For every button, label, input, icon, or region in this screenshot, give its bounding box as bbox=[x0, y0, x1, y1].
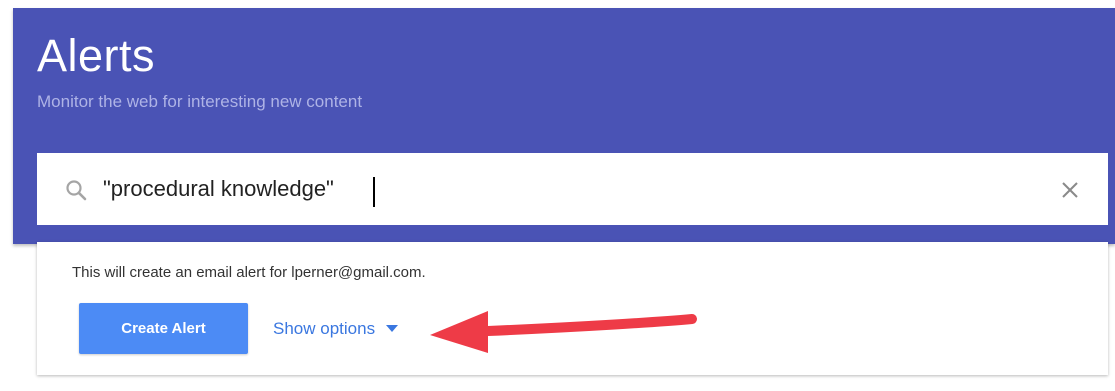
create-alert-button[interactable]: Create Alert bbox=[79, 303, 248, 354]
text-cursor bbox=[373, 177, 375, 207]
chevron-down-icon[interactable] bbox=[386, 325, 399, 333]
email-notice: This will create an email alert for lper… bbox=[72, 264, 426, 281]
show-options-link[interactable]: Show options bbox=[273, 319, 399, 339]
close-icon[interactable] bbox=[1060, 180, 1080, 200]
annotation-arrow bbox=[430, 311, 697, 353]
page-subtitle: Monitor the web for interesting new cont… bbox=[37, 92, 363, 111]
search-box[interactable]: "procedural knowledge" bbox=[37, 153, 1108, 225]
search-icon bbox=[66, 180, 87, 201]
alerts-header: Alerts Monitor the web for interesting n… bbox=[13, 8, 1115, 244]
show-options-label[interactable]: Show options bbox=[273, 319, 375, 339]
search-input[interactable]: "procedural knowledge" bbox=[103, 175, 334, 203]
page-title: Alerts bbox=[37, 30, 156, 81]
